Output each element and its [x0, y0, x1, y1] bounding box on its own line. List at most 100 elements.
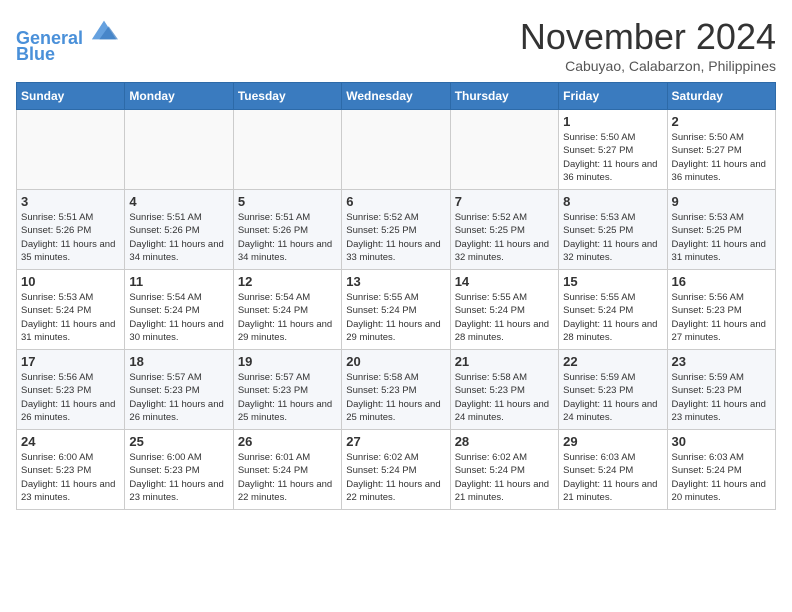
day-info: Sunrise: 5:53 AM Sunset: 5:24 PM Dayligh…: [21, 291, 120, 344]
calendar-cell: 28 Sunrise: 6:02 AM Sunset: 5:24 PM Dayli…: [450, 430, 558, 510]
calendar-cell: 14 Sunrise: 5:55 AM Sunset: 5:24 PM Dayli…: [450, 270, 558, 350]
weekday-header-thursday: Thursday: [450, 83, 558, 110]
day-number: 21: [455, 354, 554, 369]
calendar-cell: 9 Sunrise: 5:53 AM Sunset: 5:25 PM Daylig…: [667, 190, 775, 270]
day-number: 3: [21, 194, 120, 209]
day-info: Sunrise: 5:50 AM Sunset: 5:27 PM Dayligh…: [672, 131, 771, 184]
day-info: Sunrise: 5:56 AM Sunset: 5:23 PM Dayligh…: [672, 291, 771, 344]
day-number: 22: [563, 354, 662, 369]
day-info: Sunrise: 5:53 AM Sunset: 5:25 PM Dayligh…: [563, 211, 662, 264]
day-number: 14: [455, 274, 554, 289]
week-row-4: 17 Sunrise: 5:56 AM Sunset: 5:23 PM Dayli…: [17, 350, 776, 430]
calendar-cell: 17 Sunrise: 5:56 AM Sunset: 5:23 PM Dayli…: [17, 350, 125, 430]
day-info: Sunrise: 5:55 AM Sunset: 5:24 PM Dayligh…: [563, 291, 662, 344]
calendar-cell: 18 Sunrise: 5:57 AM Sunset: 5:23 PM Dayli…: [125, 350, 233, 430]
calendar-cell: 2 Sunrise: 5:50 AM Sunset: 5:27 PM Daylig…: [667, 110, 775, 190]
location-subtitle: Cabuyao, Calabarzon, Philippines: [520, 58, 776, 74]
weekday-header-friday: Friday: [559, 83, 667, 110]
calendar-cell: 6Sunrise: 5:52 AM Sunset: 5:25 PM Daylig…: [342, 190, 450, 270]
calendar-cell: 22 Sunrise: 5:59 AM Sunset: 5:23 PM Dayli…: [559, 350, 667, 430]
day-info: Sunrise: 6:00 AM Sunset: 5:23 PM Dayligh…: [129, 451, 228, 504]
calendar-cell: 27Sunrise: 6:02 AM Sunset: 5:24 PM Dayli…: [342, 430, 450, 510]
calendar-cell: 7 Sunrise: 5:52 AM Sunset: 5:25 PM Daylig…: [450, 190, 558, 270]
calendar-cell: 23 Sunrise: 5:59 AM Sunset: 5:23 PM Dayli…: [667, 350, 775, 430]
day-number: 10: [21, 274, 120, 289]
day-info: Sunrise: 6:01 AM Sunset: 5:24 PM Dayligh…: [238, 451, 337, 504]
day-number: 6: [346, 194, 445, 209]
calendar-cell: [17, 110, 125, 190]
day-number: 2: [672, 114, 771, 129]
day-info: Sunrise: 6:03 AM Sunset: 5:24 PM Dayligh…: [672, 451, 771, 504]
week-row-1: 1 Sunrise: 5:50 AM Sunset: 5:27 PM Daylig…: [17, 110, 776, 190]
day-info: Sunrise: 5:59 AM Sunset: 5:23 PM Dayligh…: [563, 371, 662, 424]
day-info: Sunrise: 5:51 AM Sunset: 5:26 PM Dayligh…: [21, 211, 120, 264]
day-number: 17: [21, 354, 120, 369]
day-number: 13: [346, 274, 445, 289]
calendar-cell: [233, 110, 341, 190]
calendar-cell: 21 Sunrise: 5:58 AM Sunset: 5:23 PM Dayli…: [450, 350, 558, 430]
calendar-cell: 19 Sunrise: 5:57 AM Sunset: 5:23 PM Dayli…: [233, 350, 341, 430]
day-number: 1: [563, 114, 662, 129]
day-number: 8: [563, 194, 662, 209]
day-info: Sunrise: 5:57 AM Sunset: 5:23 PM Dayligh…: [238, 371, 337, 424]
day-info: Sunrise: 5:59 AM Sunset: 5:23 PM Dayligh…: [672, 371, 771, 424]
calendar-cell: 1 Sunrise: 5:50 AM Sunset: 5:27 PM Daylig…: [559, 110, 667, 190]
day-number: 25: [129, 434, 228, 449]
day-number: 23: [672, 354, 771, 369]
calendar-cell: 4Sunrise: 5:51 AM Sunset: 5:26 PM Daylig…: [125, 190, 233, 270]
day-info: Sunrise: 5:53 AM Sunset: 5:25 PM Dayligh…: [672, 211, 771, 264]
calendar-table: SundayMondayTuesdayWednesdayThursdayFrid…: [16, 82, 776, 510]
calendar-cell: [125, 110, 233, 190]
title-area: November 2024 Cabuyao, Calabarzon, Phili…: [520, 16, 776, 74]
calendar-cell: 20Sunrise: 5:58 AM Sunset: 5:23 PM Dayli…: [342, 350, 450, 430]
week-row-2: 3 Sunrise: 5:51 AM Sunset: 5:26 PM Daylig…: [17, 190, 776, 270]
day-number: 15: [563, 274, 662, 289]
day-number: 16: [672, 274, 771, 289]
day-number: 19: [238, 354, 337, 369]
calendar-cell: 15 Sunrise: 5:55 AM Sunset: 5:24 PM Dayli…: [559, 270, 667, 350]
month-title: November 2024: [520, 16, 776, 58]
calendar-cell: 11 Sunrise: 5:54 AM Sunset: 5:24 PM Dayli…: [125, 270, 233, 350]
calendar-cell: 12 Sunrise: 5:54 AM Sunset: 5:24 PM Dayli…: [233, 270, 341, 350]
day-info: Sunrise: 5:54 AM Sunset: 5:24 PM Dayligh…: [129, 291, 228, 344]
day-info: Sunrise: 5:50 AM Sunset: 5:27 PM Dayligh…: [563, 131, 662, 184]
weekday-header-saturday: Saturday: [667, 83, 775, 110]
calendar-cell: 13 Sunrise: 5:55 AM Sunset: 5:24 PM Dayli…: [342, 270, 450, 350]
day-info: Sunrise: 6:02 AM Sunset: 5:24 PM Dayligh…: [455, 451, 554, 504]
day-number: 18: [129, 354, 228, 369]
day-number: 12: [238, 274, 337, 289]
calendar-cell: 5Sunrise: 5:51 AM Sunset: 5:26 PM Daylig…: [233, 190, 341, 270]
calendar-cell: 8 Sunrise: 5:53 AM Sunset: 5:25 PM Daylig…: [559, 190, 667, 270]
day-number: 5: [238, 194, 337, 209]
day-number: 9: [672, 194, 771, 209]
week-row-5: 24 Sunrise: 6:00 AM Sunset: 5:23 PM Dayli…: [17, 430, 776, 510]
calendar-cell: 25 Sunrise: 6:00 AM Sunset: 5:23 PM Dayli…: [125, 430, 233, 510]
calendar-cell: 16 Sunrise: 5:56 AM Sunset: 5:23 PM Dayli…: [667, 270, 775, 350]
day-number: 11: [129, 274, 228, 289]
logo: General Blue: [16, 16, 118, 65]
day-info: Sunrise: 5:55 AM Sunset: 5:24 PM Dayligh…: [346, 291, 445, 344]
day-number: 26: [238, 434, 337, 449]
day-info: Sunrise: 5:52 AM Sunset: 5:25 PM Dayligh…: [455, 211, 554, 264]
week-row-3: 10 Sunrise: 5:53 AM Sunset: 5:24 PM Dayli…: [17, 270, 776, 350]
weekday-header-wednesday: Wednesday: [342, 83, 450, 110]
day-number: 29: [563, 434, 662, 449]
day-info: Sunrise: 5:57 AM Sunset: 5:23 PM Dayligh…: [129, 371, 228, 424]
day-number: 28: [455, 434, 554, 449]
calendar-cell: 3 Sunrise: 5:51 AM Sunset: 5:26 PM Daylig…: [17, 190, 125, 270]
day-number: 24: [21, 434, 120, 449]
day-info: Sunrise: 6:00 AM Sunset: 5:23 PM Dayligh…: [21, 451, 120, 504]
day-info: Sunrise: 5:58 AM Sunset: 5:23 PM Dayligh…: [346, 371, 445, 424]
day-info: Sunrise: 5:54 AM Sunset: 5:24 PM Dayligh…: [238, 291, 337, 344]
day-info: Sunrise: 5:55 AM Sunset: 5:24 PM Dayligh…: [455, 291, 554, 344]
calendar-cell: 10 Sunrise: 5:53 AM Sunset: 5:24 PM Dayli…: [17, 270, 125, 350]
calendar-cell: 29Sunrise: 6:03 AM Sunset: 5:24 PM Dayli…: [559, 430, 667, 510]
calendar-cell: [450, 110, 558, 190]
day-info: Sunrise: 5:56 AM Sunset: 5:23 PM Dayligh…: [21, 371, 120, 424]
day-number: 7: [455, 194, 554, 209]
page-header: General Blue November 2024 Cabuyao, Cala…: [16, 16, 776, 74]
calendar-cell: 26 Sunrise: 6:01 AM Sunset: 5:24 PM Dayli…: [233, 430, 341, 510]
day-number: 30: [672, 434, 771, 449]
day-info: Sunrise: 5:58 AM Sunset: 5:23 PM Dayligh…: [455, 371, 554, 424]
calendar-cell: 30 Sunrise: 6:03 AM Sunset: 5:24 PM Dayli…: [667, 430, 775, 510]
